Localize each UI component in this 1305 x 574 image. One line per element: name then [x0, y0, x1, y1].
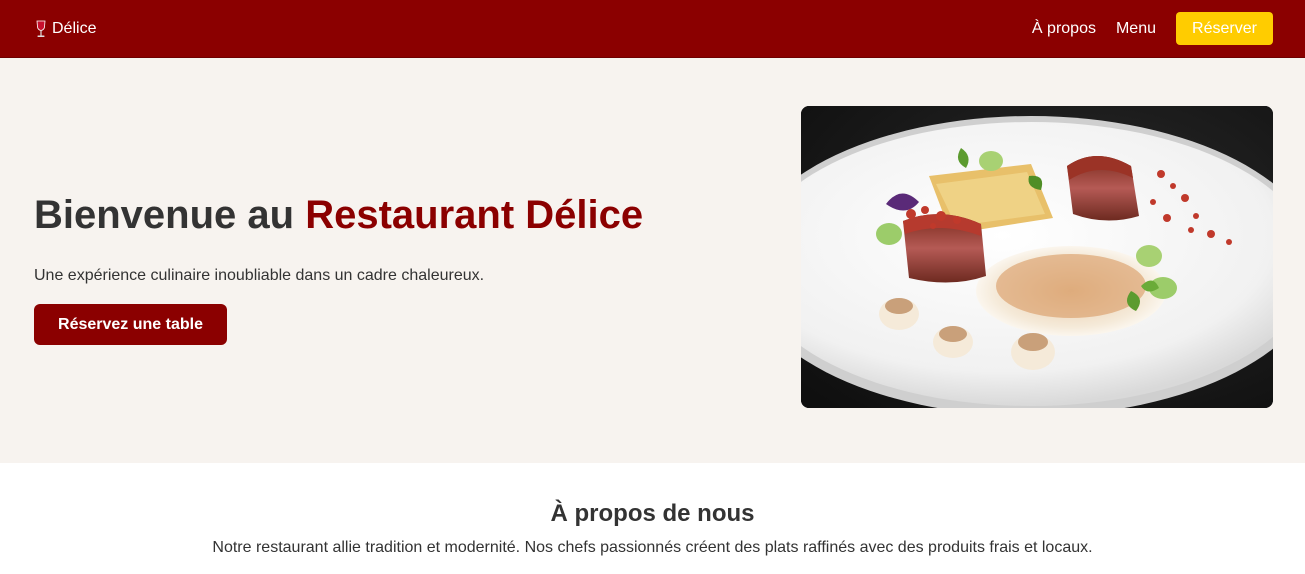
nav-link-menu[interactable]: Menu — [1116, 20, 1156, 38]
about-section: À propos de nous Notre restaurant allie … — [0, 463, 1305, 574]
nav-links: À propos Menu Réserver — [1032, 12, 1273, 45]
about-title: À propos de nous — [550, 500, 755, 527]
hero-title: Bienvenue au Restaurant Délice — [34, 193, 643, 238]
nav-link-about[interactable]: À propos — [1032, 20, 1096, 38]
about-text: Notre restaurant allie tradition et mode… — [212, 539, 1093, 556]
reserve-button[interactable]: Réserver — [1176, 12, 1273, 45]
hero-title-accent: Restaurant Délice — [305, 193, 644, 237]
brand-logo[interactable]: Délice — [34, 20, 96, 38]
wine-glass-icon — [34, 20, 48, 38]
hero-section: Bienvenue au Restaurant Délice Une expér… — [0, 58, 1305, 463]
hero-dish-image — [801, 106, 1273, 408]
hero-subtitle: Une expérience culinaire inoubliable dan… — [34, 267, 485, 284]
book-table-button[interactable]: Réservez une table — [34, 304, 227, 345]
brand-name: Délice — [52, 19, 97, 37]
hero-title-prefix: Bienvenue au — [34, 193, 306, 237]
navbar: Délice À propos Menu Réserver — [0, 0, 1305, 58]
